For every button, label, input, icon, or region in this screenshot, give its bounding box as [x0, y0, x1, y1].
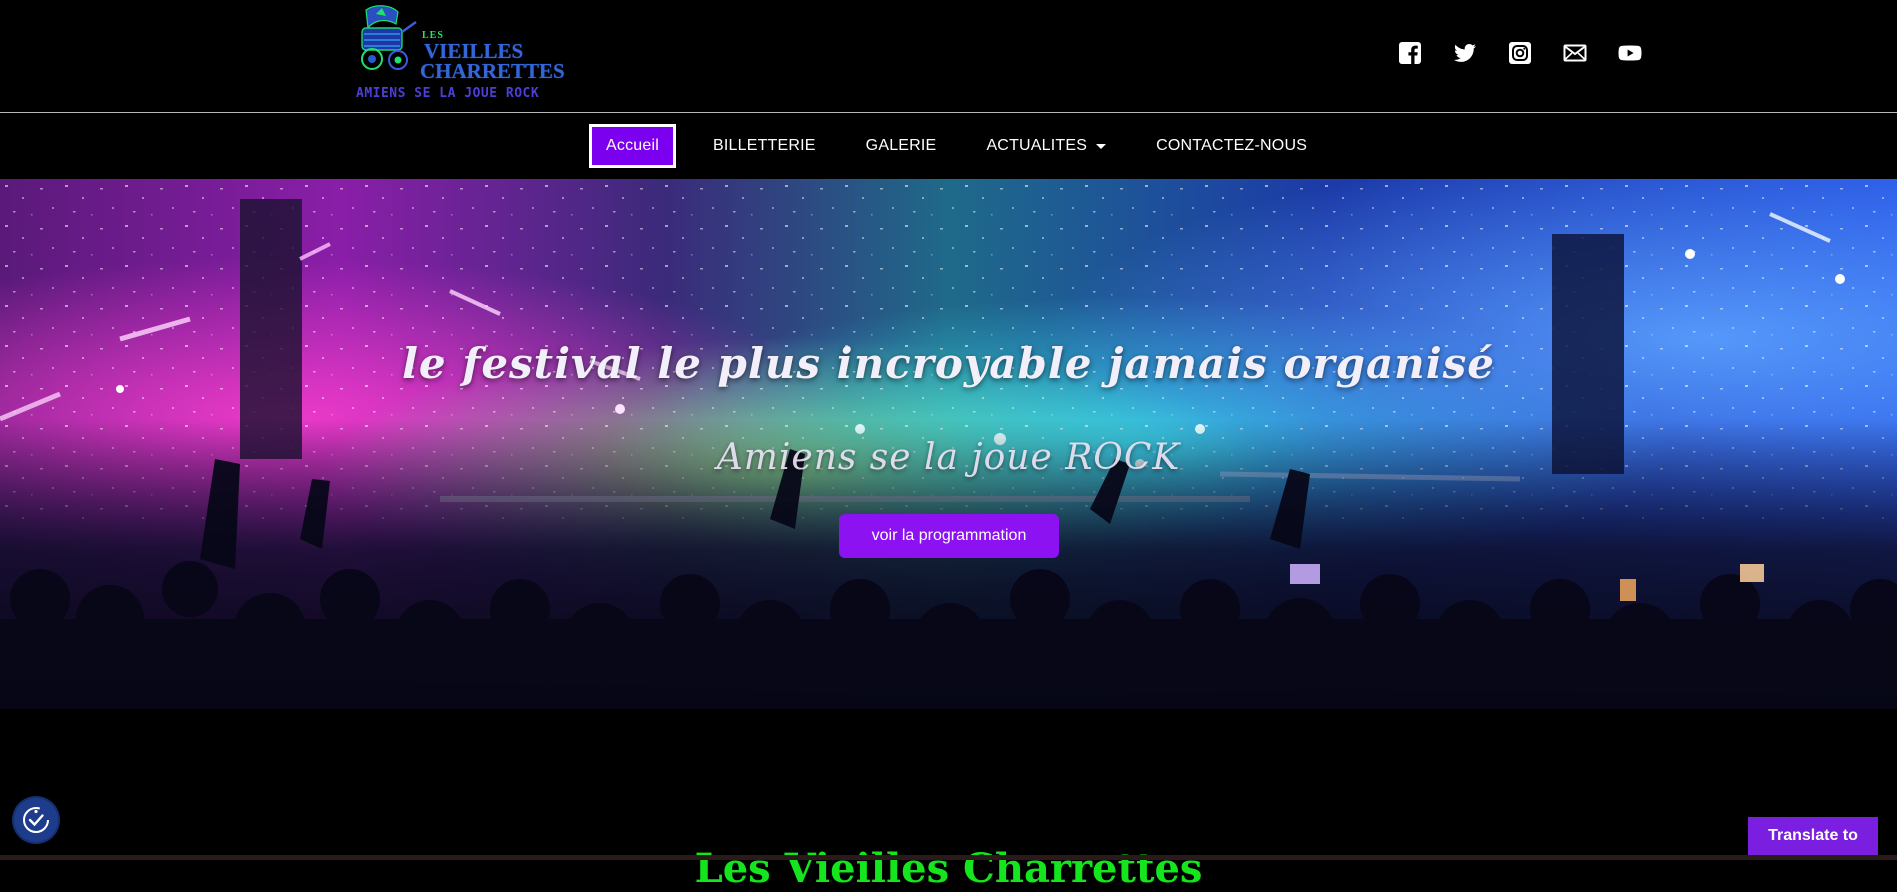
nav-item-contactez-nous[interactable]: CONTACTEZ-NOUS: [1131, 124, 1332, 168]
instagram-icon: [1509, 42, 1531, 64]
twitter-icon: [1454, 44, 1476, 62]
logo-tagline: AMIENS SE LA JOUE ROCK: [356, 86, 540, 101]
nav-label-galerie: GALERIE: [865, 137, 937, 154]
nav-item-accueil[interactable]: Accueil: [589, 124, 676, 168]
cart-logo-icon: [361, 5, 417, 70]
logo-line2: CHARRETTES: [420, 59, 565, 83]
site-header: LES VIEILLES CHARRETTES AMIENS SE LA JOU…: [0, 0, 1897, 112]
site-logo[interactable]: LES VIEILLES CHARRETTES AMIENS SE LA JOU…: [356, 4, 572, 104]
translate-button[interactable]: Translate to: [1748, 817, 1878, 855]
instagram-link[interactable]: [1507, 40, 1533, 66]
youtube-icon: [1618, 45, 1642, 61]
main-nav: Accueil BILLETTERIE GALERIE ACTUALITES C…: [0, 113, 1897, 179]
facebook-link[interactable]: [1397, 40, 1423, 66]
hero-subtitle: Amiens se la joue ROCK: [716, 437, 1181, 478]
nav-item-galerie[interactable]: GALERIE: [841, 124, 962, 168]
nav-label-contactez-nous: CONTACTEZ-NOUS: [1156, 137, 1308, 154]
nav-label-accueil: Accueil: [606, 137, 659, 154]
hero-banner: le festival le plus incroyable jamais or…: [0, 179, 1897, 709]
nav-item-actualites[interactable]: ACTUALITES: [961, 124, 1131, 168]
hero-title: le festival le plus incroyable jamais or…: [401, 339, 1496, 389]
mail-link[interactable]: [1562, 40, 1588, 66]
social-links: [1397, 40, 1643, 66]
nav-label-billetterie: BILLETTERIE: [712, 137, 816, 154]
facebook-icon: [1399, 42, 1421, 64]
youtube-link[interactable]: [1617, 40, 1643, 66]
chevron-down-icon: [1096, 143, 1107, 149]
nav-list: Accueil BILLETTERIE GALERIE ACTUALITES C…: [589, 124, 1332, 168]
nav-label-actualites: ACTUALITES: [986, 137, 1088, 154]
accessibility-button[interactable]: [14, 798, 58, 842]
page-bottom-edge: [0, 855, 1897, 860]
nav-item-billetterie[interactable]: BILLETTERIE: [688, 124, 841, 168]
section-title: Les Vieilles Charrettes: [694, 845, 1203, 892]
accessibility-icon: [23, 807, 49, 833]
programme-button[interactable]: voir la programmation: [839, 514, 1059, 558]
twitter-link[interactable]: [1452, 40, 1478, 66]
mail-icon: [1563, 44, 1587, 62]
